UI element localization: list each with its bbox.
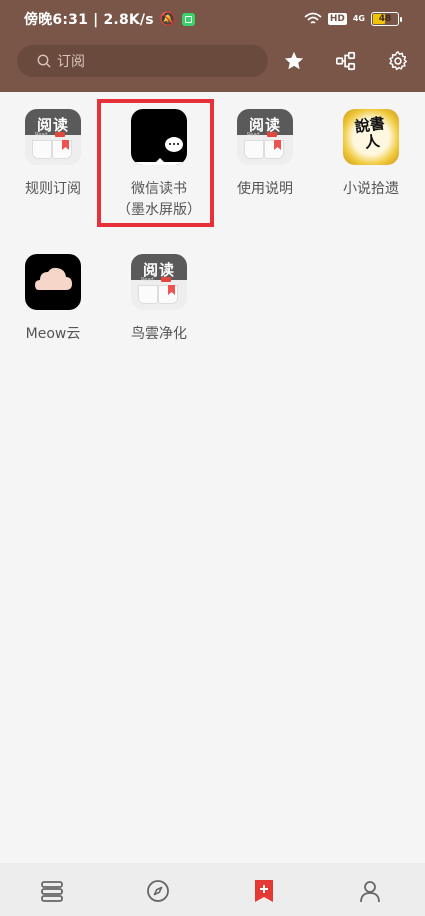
bookmark-plus-icon <box>255 880 273 902</box>
compass-icon <box>147 880 169 902</box>
gear-icon <box>389 51 407 71</box>
yuedu-icon: 阅读 Read <box>25 109 81 165</box>
signal-icon: 4G <box>352 14 365 23</box>
subscription-label: Meow云 <box>25 326 81 342</box>
wifi-icon <box>304 12 322 24</box>
search-icon <box>37 54 51 68</box>
subscription-label: 小说拾遗 <box>343 181 399 197</box>
subscription-label: 鸟雲净化 <box>131 326 187 342</box>
status-time-speed: 傍晚6:31 | 2.8K/s <box>24 12 154 28</box>
yuedu-icon: 阅读 Read <box>131 254 187 310</box>
subscription-item-novel[interactable]: 說書人 小说拾遗 <box>318 109 424 200</box>
yuedu-icon: 阅读 Read <box>237 109 293 165</box>
search-input[interactable]: 订阅 <box>57 51 85 71</box>
top-app-bar: 傍晚6:31 | 2.8K/s 🔕 HD 4G 48 订阅 <box>0 0 425 92</box>
status-bar-left: 傍晚6:31 | 2.8K/s 🔕 <box>24 9 196 29</box>
subscription-item-rule[interactable]: 阅读 Read 规则订阅 <box>0 109 106 200</box>
subscription-label: 使用说明 <box>237 181 293 197</box>
hd-badge: HD <box>327 13 347 25</box>
star-icon <box>284 51 304 70</box>
battery-level: 48 <box>378 14 392 24</box>
subscription-label: 规则订阅 <box>25 181 81 197</box>
subscription-item-meow[interactable]: Meow云 <box>0 254 106 345</box>
search-box[interactable]: 订阅 <box>17 45 268 77</box>
status-bar-right: HD 4G 48 <box>304 9 402 29</box>
group-button[interactable] <box>334 49 358 73</box>
battery-icon: 48 <box>371 12 402 26</box>
nav-my[interactable] <box>358 879 382 903</box>
subscription-item-purify[interactable]: 阅读 Read 鸟雲净化 <box>106 254 212 345</box>
highlight-box <box>97 99 214 227</box>
person-icon <box>360 881 380 903</box>
app-notification-icon <box>182 12 196 26</box>
subscription-item-instructions[interactable]: 阅读 Read 使用说明 <box>212 109 318 200</box>
settings-button[interactable] <box>386 49 410 73</box>
calligraphy-icon: 說書人 <box>343 109 399 165</box>
nav-bookshelf[interactable] <box>40 879 64 903</box>
mute-bell-icon: 🔕 <box>159 11 177 27</box>
bookshelf-icon <box>41 881 63 902</box>
tree-icon <box>336 51 356 71</box>
nav-rss[interactable] <box>252 879 276 903</box>
favorites-button[interactable] <box>282 49 306 73</box>
nav-discover[interactable] <box>146 879 170 903</box>
cloud-icon <box>25 254 81 310</box>
bottom-navigation <box>0 863 425 916</box>
